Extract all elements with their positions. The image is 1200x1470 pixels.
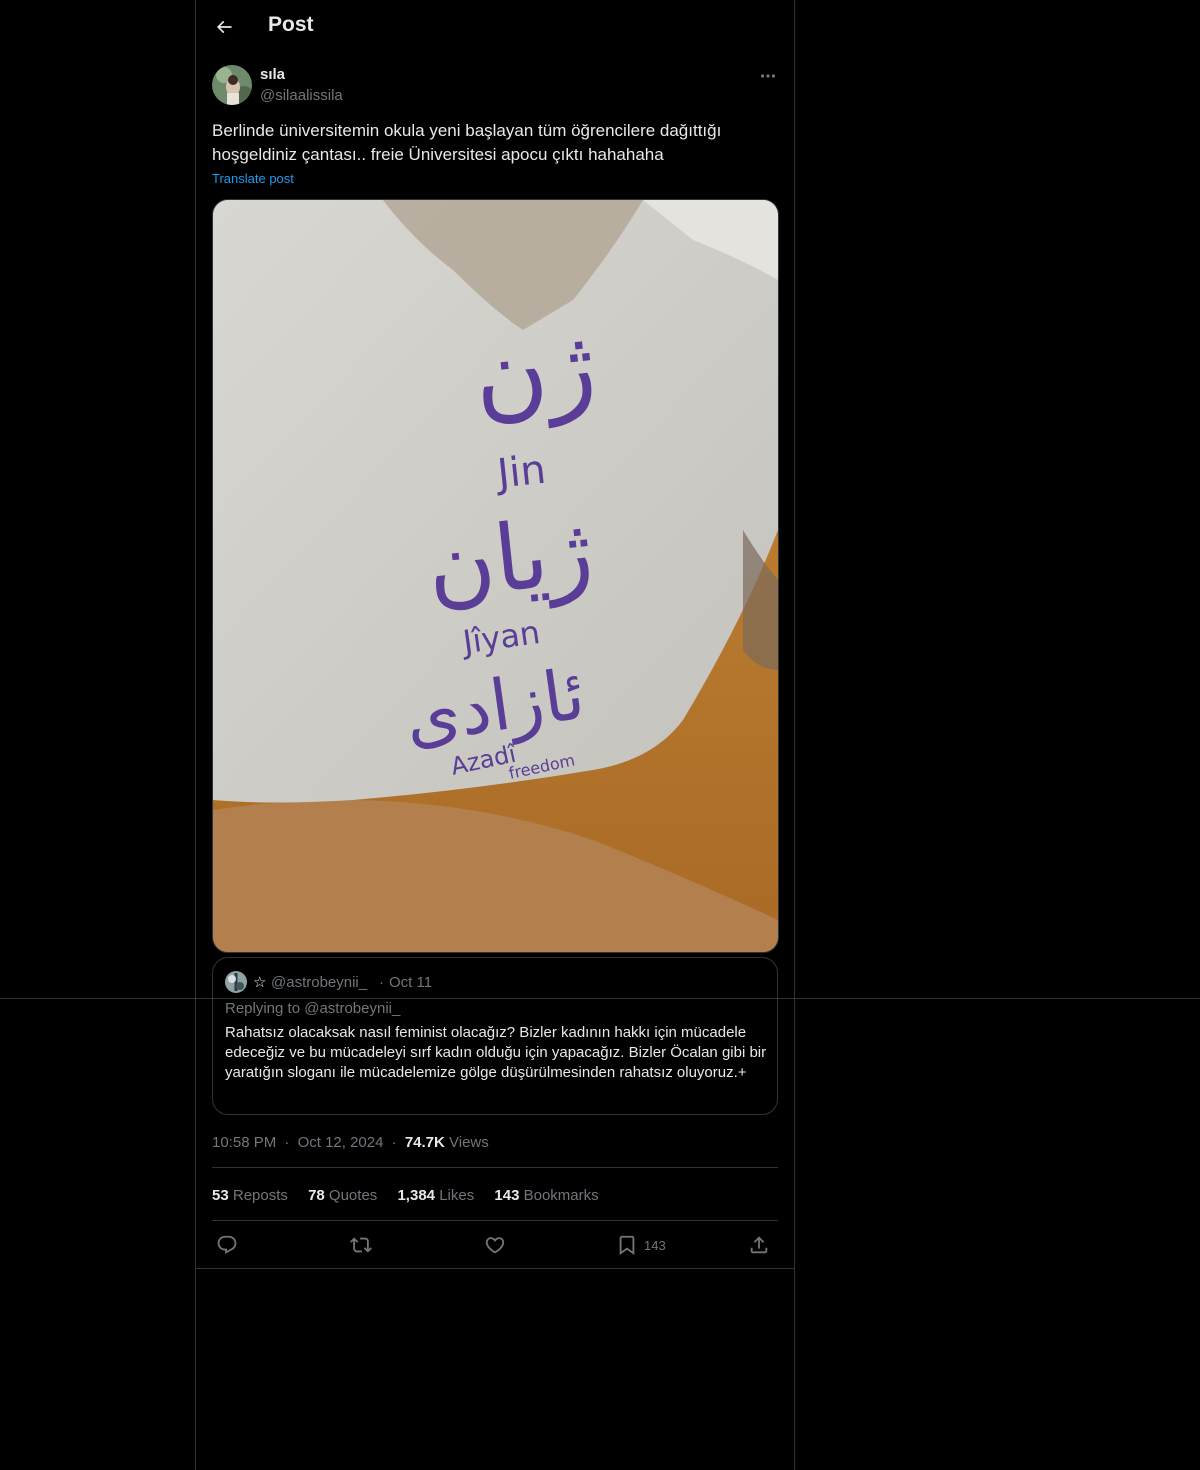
bookmark-button[interactable]: 143	[616, 1232, 666, 1258]
bookmarks-label: Bookmarks	[523, 1187, 599, 1204]
post-meta: 10:58 PM · Oct 12, 2024 · 74.7K Views	[212, 1134, 489, 1151]
like-button[interactable]	[484, 1232, 506, 1258]
quoted-avatar	[225, 971, 247, 993]
more-options-button[interactable]	[756, 64, 780, 88]
share-icon	[750, 1236, 768, 1254]
divider	[212, 1167, 778, 1168]
likes-label: Likes	[439, 1187, 475, 1204]
post-time[interactable]: 10:58 PM	[212, 1134, 276, 1151]
print-line1-script: ژن	[468, 306, 601, 435]
reply-icon	[217, 1235, 237, 1254]
post-date[interactable]: Oct 12, 2024	[298, 1134, 384, 1151]
divider	[212, 1220, 778, 1221]
quoted-name: ☆	[253, 974, 267, 991]
post-column: Post sıla @silaalissila Berlinde ünivers…	[195, 0, 795, 1470]
print-line2-script: ژیان	[422, 497, 598, 621]
arrow-left-icon	[216, 20, 232, 34]
quotes-count: 78	[308, 1187, 325, 1204]
page-title: Post	[268, 13, 314, 36]
quoted-separator: ·	[379, 974, 384, 991]
quotes-stat[interactable]: 78 Quotes	[308, 1187, 377, 1204]
author-name[interactable]: sıla	[260, 66, 285, 83]
back-button[interactable]	[208, 11, 240, 43]
bookmark-icon	[619, 1235, 635, 1256]
meta-separator: ·	[284, 1134, 290, 1151]
likes-count: 1,384	[397, 1187, 436, 1204]
translate-post-link[interactable]: Translate post	[212, 171, 294, 186]
quoted-handle: @astrobeynii_	[271, 974, 368, 991]
quotes-label: Quotes	[328, 1187, 378, 1204]
bookmarks-stat[interactable]: 143 Bookmarks	[494, 1187, 598, 1204]
bookmark-count: 143	[644, 1237, 666, 1253]
post-bottom-border	[196, 1268, 794, 1269]
meta-separator-2: ·	[391, 1134, 397, 1151]
share-button[interactable]	[748, 1232, 770, 1258]
quoted-replying-to: Replying to @astrobeynii_	[225, 1000, 401, 1017]
page-header: Post	[196, 0, 794, 54]
more-icon	[760, 74, 776, 78]
post-text: Berlinde üniversitemin okula yeni başlay…	[212, 121, 722, 164]
repost-icon	[350, 1237, 372, 1253]
bookmarks-count: 143	[494, 1187, 520, 1204]
post-image[interactable]: ژن Jin ژیان Jîyan ئازادی Azadî freedom	[212, 199, 779, 953]
quoted-text: Rahatsız olacaksak nasıl feminist olacağ…	[225, 1024, 767, 1081]
quoted-post[interactable]: ☆ @astrobeynii_ · Oct 11 Replying to @as…	[212, 957, 778, 1115]
action-bar: 143	[212, 1232, 778, 1260]
views-label: Views	[449, 1134, 489, 1151]
author-handle[interactable]: @silaalissila	[260, 87, 343, 104]
reposts-count: 53	[212, 1187, 229, 1204]
heart-icon	[485, 1237, 505, 1254]
reply-button[interactable]	[216, 1232, 238, 1258]
print-line1-latin: Jin	[492, 447, 548, 498]
reposts-stat[interactable]: 53 Reposts	[212, 1187, 288, 1204]
repost-button[interactable]	[350, 1232, 372, 1258]
avatar[interactable]	[212, 65, 252, 105]
likes-stat[interactable]: 1,384 Likes	[397, 1187, 474, 1204]
reposts-label: Reposts	[232, 1187, 288, 1204]
engagement-stats: 53 Reposts 78 Quotes 1,384 Likes 143 Boo…	[212, 1187, 615, 1204]
views-count: 74.7K	[404, 1134, 445, 1151]
quoted-date: Oct 11	[389, 974, 433, 991]
